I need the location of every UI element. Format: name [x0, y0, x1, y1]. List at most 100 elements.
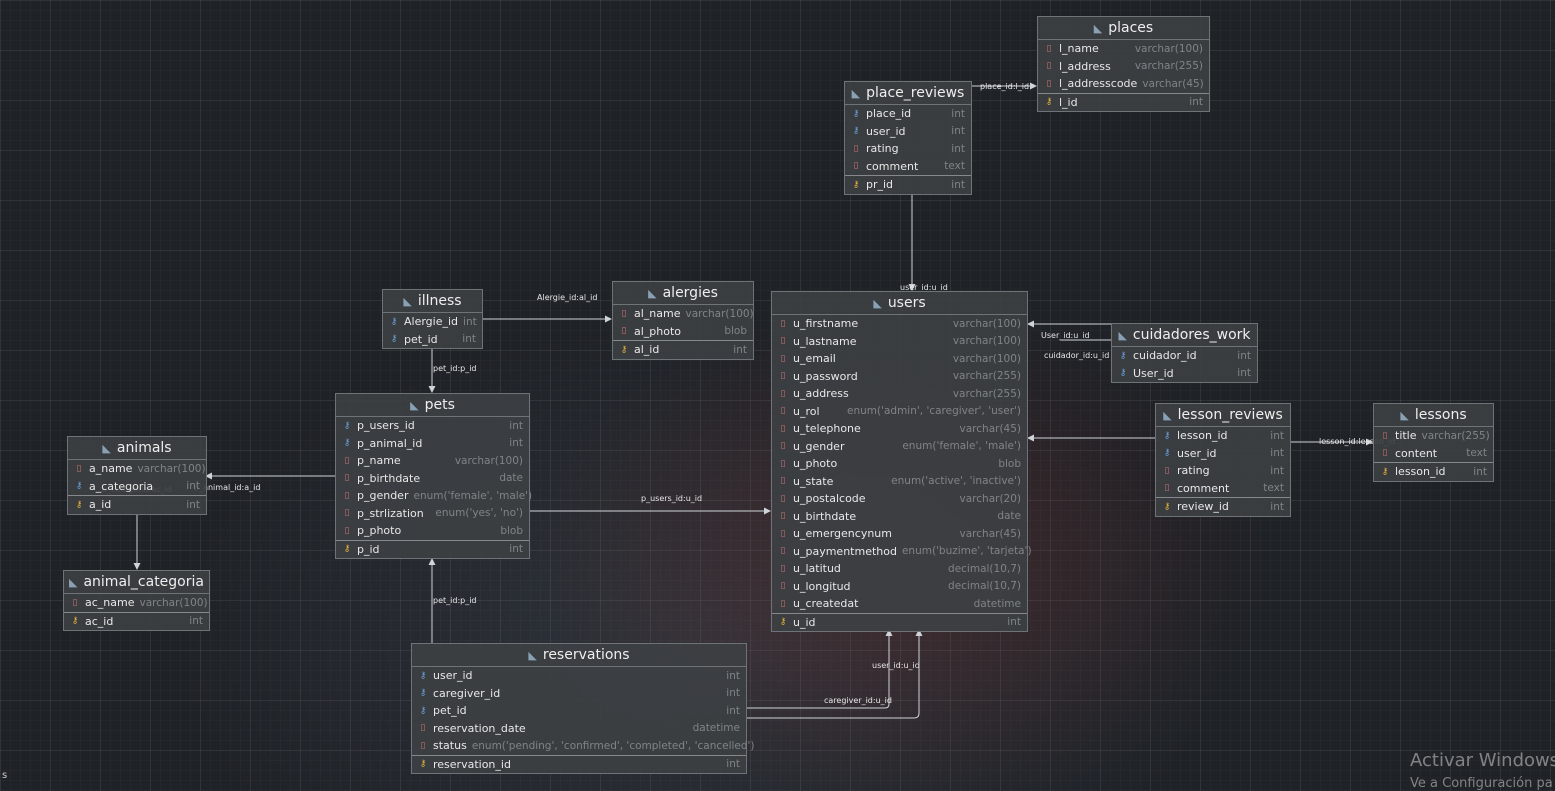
- column-row[interactable]: ▯ title varchar(255): [1374, 427, 1493, 445]
- column-row[interactable]: ⚷ user_id int: [1156, 445, 1290, 463]
- column-icon: ▯: [344, 455, 350, 466]
- column-icon: ▯: [780, 371, 786, 382]
- table-header[interactable]: ◣ reservations: [412, 644, 746, 667]
- column-row[interactable]: ▯ p_gender enum('female', 'male'): [336, 487, 533, 505]
- column-row[interactable]: ▯ content text: [1374, 445, 1493, 463]
- table-header[interactable]: ◣ users: [772, 292, 1027, 315]
- column-row[interactable]: ⚷ a_id int: [68, 495, 206, 514]
- column-row[interactable]: ▯ a_name varchar(100): [68, 460, 206, 478]
- column-row[interactable]: ▯ u_longitud decimal(10,7): [772, 578, 1027, 596]
- column-row[interactable]: ▯ l_address varchar(255): [1038, 58, 1209, 76]
- column-row[interactable]: ▯ rating int: [1156, 462, 1290, 480]
- table-name: animal_categoria: [83, 574, 204, 590]
- column-row[interactable]: ▯ u_rol enum('admin', 'caregiver', 'user'): [772, 403, 1027, 421]
- column-row[interactable]: ⚷ user_id int: [412, 667, 746, 685]
- column-row[interactable]: ▯ u_createdat datetime: [772, 595, 1027, 613]
- column-row[interactable]: ▯ ac_name varchar(100): [64, 594, 209, 612]
- table-place-reviews[interactable]: ◣ place_reviews ⚷ place_id int ⚷ user_id int ▯ ra…: [844, 81, 972, 195]
- column-name: p_animal_id: [357, 436, 423, 450]
- column-row[interactable]: ▯ comment text: [845, 158, 971, 176]
- table-name: reservations: [542, 647, 630, 663]
- table-alergies[interactable]: ◣ alergies ▯ al_name varchar(100) ▯ al_photo bl…: [612, 281, 754, 360]
- column-row[interactable]: ▯ p_strlization enum('yes', 'no'): [336, 505, 529, 523]
- table-header[interactable]: ◣ lessons: [1374, 404, 1493, 427]
- column-row[interactable]: ▯ p_name varchar(100): [336, 452, 529, 470]
- column-row[interactable]: ⚷ caregiver_id int: [412, 685, 746, 703]
- column-row[interactable]: ▯ u_state enum('active', 'inactive'): [772, 473, 1027, 491]
- column-row[interactable]: ⚷ p_users_id int: [336, 417, 529, 435]
- table-header[interactable]: ◣ illness: [383, 290, 482, 313]
- table-places[interactable]: ◣ places ▯ l_name varchar(100) ▯ l_address varc…: [1037, 16, 1210, 112]
- column-row[interactable]: ▯ status enum('pending', 'confirmed', 'com…: [412, 737, 755, 755]
- table-header[interactable]: ◣ place_reviews: [845, 82, 971, 105]
- table-animals[interactable]: ◣ animals ▯ a_name varchar(100) ⚷ a_categoria i…: [67, 436, 207, 515]
- column-row[interactable]: ▯ u_paymentmethod enum('buzime', 'tarjeta'…: [772, 543, 1032, 561]
- column-icon: ▯: [780, 336, 786, 347]
- column-row[interactable]: ▯ u_birthdate date: [772, 508, 1027, 526]
- foreign-key-icon: ⚷: [390, 316, 398, 327]
- column-type: int: [186, 498, 200, 511]
- column-row[interactable]: ⚷ reservation_id int: [412, 754, 746, 774]
- column-row[interactable]: ⚷ a_categoria int: [68, 478, 206, 496]
- column-row[interactable]: ⚷ ac_id int: [64, 611, 209, 631]
- column-row[interactable]: ▯ comment text: [1156, 480, 1290, 498]
- table-header[interactable]: ◣ pets: [336, 394, 529, 417]
- column-row[interactable]: ▯ u_photo blob: [772, 455, 1027, 473]
- column-row[interactable]: ⚷ lesson_id int: [1156, 427, 1290, 445]
- table-lesson-reviews[interactable]: ◣ lesson_reviews ⚷ lesson_id int ⚷ user_id int ▯…: [1155, 403, 1291, 517]
- column-type: enum('admin', 'caregiver', 'user'): [847, 405, 1021, 418]
- column-row[interactable]: ⚷ p_animal_id int: [336, 435, 529, 453]
- column-row[interactable]: ▯ rating int: [845, 140, 971, 158]
- column-row[interactable]: ▯ reservation_date datetime: [412, 720, 746, 738]
- column-row[interactable]: ▯ u_telephone varchar(45): [772, 420, 1027, 438]
- column-row[interactable]: ⚷ pet_id int: [383, 331, 482, 349]
- column-row[interactable]: ▯ u_postalcode varchar(20): [772, 490, 1027, 508]
- table-pets[interactable]: ◣ pets ⚷ p_users_id int ⚷ p_animal_id int ▯ p_nam…: [335, 393, 533, 559]
- column-row[interactable]: ▯ al_name varchar(100): [613, 305, 754, 323]
- table-header[interactable]: ◣ places: [1038, 17, 1209, 40]
- table-header[interactable]: ◣ cuidadores_work: [1112, 324, 1257, 347]
- table-animal-categoria[interactable]: ◣ animal_categoria ▯ ac_name varchar(100) ⚷ ac…: [63, 570, 210, 631]
- column-row[interactable]: ⚷ User_id int: [1112, 365, 1257, 383]
- table-lessons[interactable]: ◣ lessons ▯ title varchar(255) ▯ content text ⚷ l…: [1373, 403, 1494, 482]
- column-row[interactable]: ▯ p_photo blob: [336, 522, 529, 540]
- column-row[interactable]: ⚷ u_id int: [772, 612, 1027, 632]
- column-row[interactable]: ▯ p_birthdate date: [336, 470, 529, 488]
- table-users[interactable]: ◣ users ▯ u_firstname varchar(100) ▯ u_lastnam…: [771, 291, 1032, 632]
- column-row[interactable]: ⚷ place_id int: [845, 105, 971, 123]
- table-header[interactable]: ◣ lesson_reviews: [1156, 404, 1290, 427]
- column-row[interactable]: ▯ u_latitud decimal(10,7): [772, 560, 1027, 578]
- primary-key-icon: ⚷: [1045, 97, 1053, 108]
- column-type: varchar(255): [952, 387, 1021, 400]
- table-header[interactable]: ◣ animals: [68, 437, 206, 460]
- column-row[interactable]: ▯ l_addresscode varchar(45): [1038, 75, 1209, 93]
- table-icon: ◣: [648, 286, 657, 300]
- column-row[interactable]: ⚷ review_id int: [1156, 497, 1290, 516]
- table-illness[interactable]: ◣ illness ⚷ Alergie_id int ⚷ pet_id int: [382, 289, 483, 349]
- column-row[interactable]: ▯ u_firstname varchar(100): [772, 315, 1027, 333]
- table-reservations[interactable]: ◣ reservations ⚷ user_id int ⚷ caregiver_id int…: [411, 643, 755, 774]
- column-row[interactable]: ▯ u_address varchar(255): [772, 385, 1027, 403]
- column-row[interactable]: ⚷ pet_id int: [412, 702, 746, 720]
- column-row[interactable]: ⚷ cuidador_id int: [1112, 347, 1257, 365]
- column-row[interactable]: ⚷ lesson_id int: [1374, 462, 1493, 481]
- column-row[interactable]: ▯ u_lastname varchar(100): [772, 333, 1027, 351]
- column-row[interactable]: ▯ u_emergencynum varchar(45): [772, 525, 1027, 543]
- column-row[interactable]: ▯ u_password varchar(255): [772, 368, 1027, 386]
- table-header[interactable]: ◣ alergies: [613, 282, 753, 305]
- column-row[interactable]: ⚷ user_id int: [845, 123, 971, 141]
- column-row[interactable]: ⚷ al_id int: [613, 340, 753, 359]
- column-row[interactable]: ▯ u_email varchar(100): [772, 350, 1027, 368]
- column-row[interactable]: ▯ al_photo blob: [613, 323, 753, 341]
- column-row[interactable]: ⚷ pr_id int: [845, 175, 971, 194]
- column-name: p_users_id: [357, 419, 415, 433]
- column-name: u_createdat: [793, 597, 859, 611]
- column-type: int: [186, 480, 200, 493]
- table-header[interactable]: ◣ animal_categoria: [64, 571, 209, 594]
- column-row[interactable]: ⚷ Alergie_id int: [383, 313, 482, 331]
- column-row[interactable]: ▯ l_name varchar(100): [1038, 40, 1209, 58]
- column-row[interactable]: ⚷ p_id int: [336, 539, 529, 559]
- column-row[interactable]: ⚷ l_id int: [1038, 92, 1209, 112]
- column-row[interactable]: ▯ u_gender enum('female', 'male'): [772, 438, 1027, 456]
- table-cuidadores-work[interactable]: ◣ cuidadores_work ⚷ cuidador_id int ⚷ User_id i…: [1111, 323, 1258, 383]
